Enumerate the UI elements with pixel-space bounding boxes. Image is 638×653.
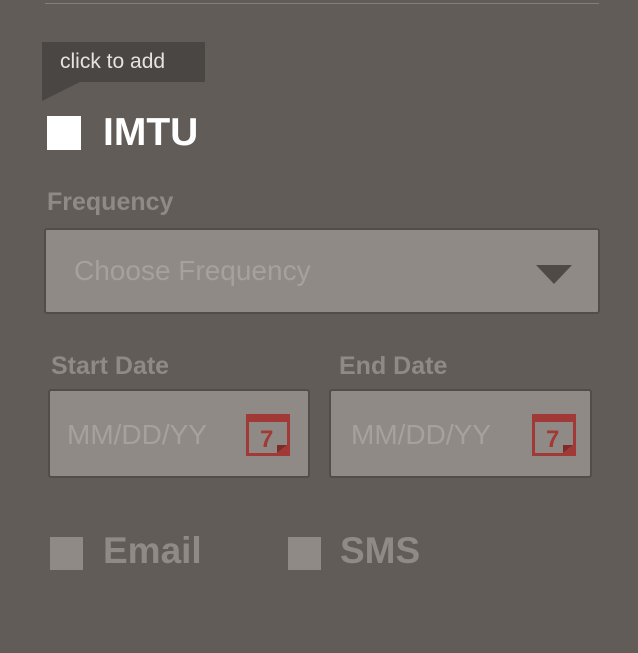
click-to-add-tooltip: click to add <box>42 42 205 82</box>
calendar-icon[interactable]: 7 <box>246 414 290 456</box>
frequency-placeholder: Choose Frequency <box>74 255 311 286</box>
start-calendar-number: 7 <box>260 426 273 453</box>
email-checkbox[interactable] <box>50 537 83 570</box>
start-date-placeholder: MM/DD/YY <box>67 419 207 450</box>
start-date-field[interactable]: MM/DD/YY 7 <box>48 389 310 478</box>
imtu-checkbox[interactable] <box>47 116 81 150</box>
tooltip-text: click to add <box>60 50 166 73</box>
end-date-placeholder: MM/DD/YY <box>351 419 491 450</box>
calendar-icon[interactable]: 7 <box>532 414 576 456</box>
imtu-label: IMTU <box>103 111 199 154</box>
tooltip-pointer <box>42 82 80 101</box>
end-calendar-number: 7 <box>546 426 559 453</box>
end-date-field[interactable]: MM/DD/YY 7 <box>329 389 592 478</box>
frequency-select[interactable]: Choose Frequency <box>44 228 600 314</box>
sms-checkbox[interactable] <box>288 537 321 570</box>
frequency-label: Frequency <box>47 188 174 216</box>
start-date-label: Start Date <box>51 352 170 380</box>
top-divider <box>45 3 599 4</box>
email-label: Email <box>103 530 202 571</box>
end-date-label: End Date <box>339 352 448 380</box>
sms-label: SMS <box>340 530 421 571</box>
chevron-down-icon <box>536 265 572 284</box>
